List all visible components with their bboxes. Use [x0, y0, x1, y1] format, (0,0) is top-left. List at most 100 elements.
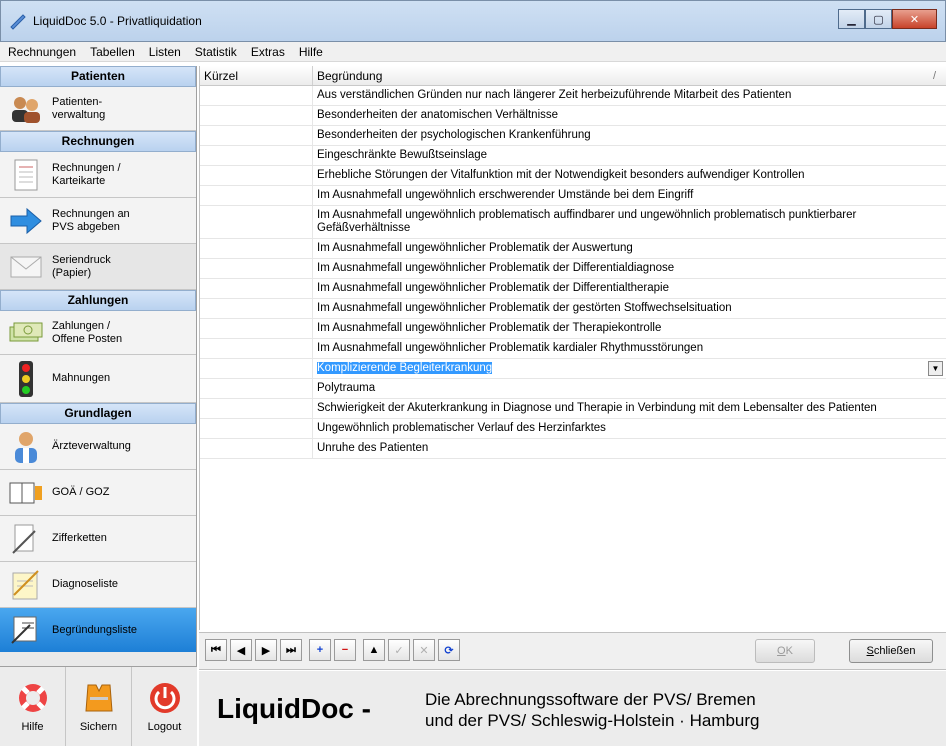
- table-row[interactable]: Eingeschränkte Bewußtseinslage: [200, 146, 946, 166]
- table-row[interactable]: Komplizierende Begleiterkrankung ▼: [200, 359, 946, 379]
- cell-begruendung[interactable]: Im Ausnahmefall ungewöhnlich problematis…: [313, 206, 946, 238]
- help-button[interactable]: Hilfe: [0, 667, 66, 746]
- minimize-icon[interactable]: ▁: [838, 9, 865, 29]
- add-record-button[interactable]: +: [309, 639, 331, 661]
- last-record-button[interactable]: ⏭: [280, 639, 302, 661]
- dropdown-arrow-icon[interactable]: ▼: [928, 361, 943, 376]
- sidebar-item-mahnungen[interactable]: Mahnungen: [0, 355, 196, 403]
- cell-kuerzel[interactable]: [200, 359, 313, 378]
- cell-kuerzel[interactable]: [200, 239, 313, 258]
- navigator: ⏮ ◀ ▶ ⏭ + − ▲ ✓ ✕ ⟳: [205, 639, 463, 661]
- delete-record-button[interactable]: −: [334, 639, 356, 661]
- first-record-button[interactable]: ⏮: [205, 639, 227, 661]
- cell-kuerzel[interactable]: [200, 379, 313, 398]
- pen-icon: [6, 522, 46, 556]
- cell-begruendung[interactable]: Aus verständlichen Gründen nur nach läng…: [313, 86, 946, 105]
- sidebar-item-goae-goz[interactable]: GOÄ / GOZ: [0, 470, 196, 516]
- cell-begruendung[interactable]: Im Ausnahmefall ungewöhnlicher Problemat…: [313, 319, 946, 338]
- edit-record-button[interactable]: ▲: [363, 639, 385, 661]
- cell-begruendung[interactable]: Schwierigkeit der Akuterkrankung in Diag…: [313, 399, 946, 418]
- cell-kuerzel[interactable]: [200, 186, 313, 205]
- menu-tabellen[interactable]: Tabellen: [90, 45, 135, 59]
- cancel-record-button[interactable]: ✕: [413, 639, 435, 661]
- ok-label-accel: O: [777, 645, 786, 657]
- cell-begruendung[interactable]: Im Ausnahmefall ungewöhnlicher Problemat…: [313, 259, 946, 278]
- sidebar-item-rechnungen-pvs[interactable]: Rechnungen an PVS abgeben: [0, 198, 196, 244]
- cell-kuerzel[interactable]: [200, 126, 313, 145]
- refresh-button[interactable]: ⟳: [438, 639, 460, 661]
- maximize-icon[interactable]: ▢: [865, 9, 892, 29]
- prev-record-button[interactable]: ◀: [230, 639, 252, 661]
- reasons-grid[interactable]: Kürzel Begründung / Aus verständlichen G…: [199, 66, 946, 630]
- close-icon[interactable]: ✕: [892, 9, 937, 29]
- cell-kuerzel[interactable]: [200, 299, 313, 318]
- table-row[interactable]: Im Ausnahmefall ungewöhnlich problematis…: [200, 206, 946, 239]
- cell-text: Im Ausnahmefall ungewöhnlicher Problemat…: [317, 242, 633, 254]
- table-row[interactable]: Unruhe des Patienten: [200, 439, 946, 459]
- cell-begruendung[interactable]: Besonderheiten der anatomischen Verhältn…: [313, 106, 946, 125]
- cell-kuerzel[interactable]: [200, 259, 313, 278]
- cell-begruendung[interactable]: Erhebliche Störungen der Vitalfunktion m…: [313, 166, 946, 185]
- menu-extras[interactable]: Extras: [251, 45, 285, 59]
- ok-button[interactable]: OK: [755, 639, 815, 663]
- cell-begruendung[interactable]: Polytrauma: [313, 379, 946, 398]
- table-row[interactable]: Schwierigkeit der Akuterkrankung in Diag…: [200, 399, 946, 419]
- cell-kuerzel[interactable]: [200, 166, 313, 185]
- table-row[interactable]: Polytrauma: [200, 379, 946, 399]
- post-record-button[interactable]: ✓: [388, 639, 410, 661]
- table-row[interactable]: Im Ausnahmefall ungewöhnlicher Problemat…: [200, 239, 946, 259]
- table-row[interactable]: Erhebliche Störungen der Vitalfunktion m…: [200, 166, 946, 186]
- menu-statistik[interactable]: Statistik: [195, 45, 237, 59]
- sidebar-item-aerzteverwaltung[interactable]: Ärzteverwaltung: [0, 424, 196, 470]
- cell-begruendung[interactable]: Unruhe des Patienten: [313, 439, 946, 458]
- cell-kuerzel[interactable]: [200, 399, 313, 418]
- cell-begruendung[interactable]: Im Ausnahmefall ungewöhnlich erschwerend…: [313, 186, 946, 205]
- cell-kuerzel[interactable]: [200, 419, 313, 438]
- record-toolbar: ⏮ ◀ ▶ ⏭ + − ▲ ✓ ✕ ⟳ OK Schließen: [199, 632, 946, 670]
- table-row[interactable]: Aus verständlichen Gründen nur nach läng…: [200, 86, 946, 106]
- table-row[interactable]: Im Ausnahmefall ungewöhnlicher Problemat…: [200, 299, 946, 319]
- cell-begruendung[interactable]: Eingeschränkte Bewußtseinslage: [313, 146, 946, 165]
- cell-kuerzel[interactable]: [200, 339, 313, 358]
- sidebar-item-patientenverwaltung[interactable]: Patienten- verwaltung: [0, 87, 196, 131]
- section-header-rechnungen: Rechnungen: [0, 131, 196, 152]
- cell-begruendung[interactable]: Ungewöhnlich problematischer Verlauf des…: [313, 419, 946, 438]
- table-row[interactable]: Im Ausnahmefall ungewöhnlicher Problemat…: [200, 259, 946, 279]
- sidebar-item-rechnungen-karteikarte[interactable]: Rechnungen / Karteikarte: [0, 152, 196, 198]
- column-header-kuerzel[interactable]: Kürzel: [200, 66, 313, 85]
- cell-kuerzel[interactable]: [200, 86, 313, 105]
- backup-button[interactable]: Sichern: [66, 667, 132, 746]
- sidebar-item-zifferketten[interactable]: Zifferketten: [0, 516, 196, 562]
- cell-begruendung[interactable]: Im Ausnahmefall ungewöhnlicher Problemat…: [313, 299, 946, 318]
- table-row[interactable]: Im Ausnahmefall ungewöhnlich erschwerend…: [200, 186, 946, 206]
- cell-begruendung[interactable]: Komplizierende Begleiterkrankung ▼: [313, 359, 946, 378]
- menu-hilfe[interactable]: Hilfe: [299, 45, 323, 59]
- cell-kuerzel[interactable]: [200, 206, 313, 238]
- table-row[interactable]: Im Ausnahmefall ungewöhnlicher Problemat…: [200, 319, 946, 339]
- table-row[interactable]: Ungewöhnlich problematischer Verlauf des…: [200, 419, 946, 439]
- cell-kuerzel[interactable]: [200, 319, 313, 338]
- close-button[interactable]: Schließen: [849, 639, 933, 663]
- menu-listen[interactable]: Listen: [149, 45, 181, 59]
- cell-kuerzel[interactable]: [200, 439, 313, 458]
- table-row[interactable]: Besonderheiten der anatomischen Verhältn…: [200, 106, 946, 126]
- cell-begruendung[interactable]: Im Ausnahmefall ungewöhnlicher Problemat…: [313, 239, 946, 258]
- cell-kuerzel[interactable]: [200, 146, 313, 165]
- sidebar-item-begruendungsliste[interactable]: Begründungsliste: [0, 608, 196, 652]
- sidebar-item-zahlungen[interactable]: Zahlungen / Offene Posten: [0, 311, 196, 355]
- table-row[interactable]: Im Ausnahmefall ungewöhnlicher Problemat…: [200, 339, 946, 359]
- column-header-begruendung[interactable]: Begründung /: [313, 66, 946, 85]
- sort-indicator-icon: /: [932, 70, 936, 82]
- cell-begruendung[interactable]: Im Ausnahmefall ungewöhnlicher Problemat…: [313, 339, 946, 358]
- cell-begruendung[interactable]: Im Ausnahmefall ungewöhnlicher Problemat…: [313, 279, 946, 298]
- table-row[interactable]: Besonderheiten der psychologischen Krank…: [200, 126, 946, 146]
- sidebar-item-diagnoseliste[interactable]: Diagnoseliste: [0, 562, 196, 608]
- cell-kuerzel[interactable]: [200, 106, 313, 125]
- sidebar-item-seriendruck[interactable]: Seriendruck (Papier): [0, 244, 196, 290]
- cell-kuerzel[interactable]: [200, 279, 313, 298]
- logout-button[interactable]: Logout: [132, 667, 197, 746]
- next-record-button[interactable]: ▶: [255, 639, 277, 661]
- menu-rechnungen[interactable]: Rechnungen: [8, 45, 76, 59]
- cell-begruendung[interactable]: Besonderheiten der psychologischen Krank…: [313, 126, 946, 145]
- table-row[interactable]: Im Ausnahmefall ungewöhnlicher Problemat…: [200, 279, 946, 299]
